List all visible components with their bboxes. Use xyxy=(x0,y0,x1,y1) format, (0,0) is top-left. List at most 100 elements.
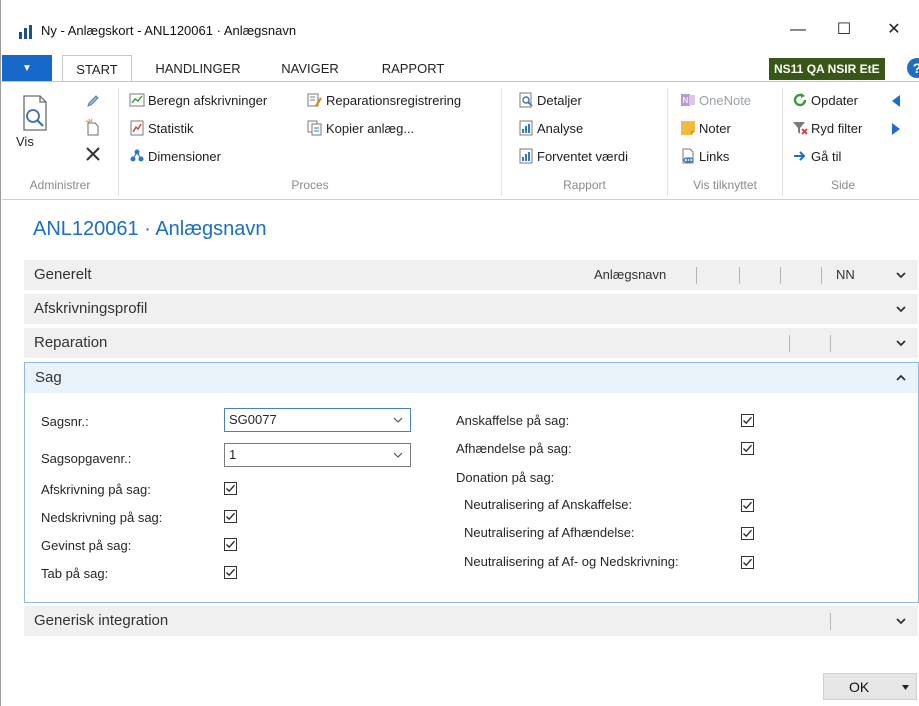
summary-separator xyxy=(789,335,790,352)
beregn-afskrivninger-button[interactable]: Beregn afskrivninger xyxy=(129,90,267,112)
delete-icon[interactable] xyxy=(85,146,101,162)
summary-separator xyxy=(830,335,831,352)
dropdown-arrow-icon[interactable] xyxy=(902,685,909,690)
analyse-label: Analyse xyxy=(537,121,584,136)
checkmark-icon xyxy=(226,512,235,521)
sagsnr-value: SG0077 xyxy=(229,412,277,427)
fasttab-generelt[interactable]: Generelt Anlægsnavn NN xyxy=(24,260,918,290)
nedskrivning-paa-sag-label: Nedskrivning på sag: xyxy=(41,510,163,525)
tab-handlinger[interactable]: HANDLINGER xyxy=(144,55,252,82)
dimensioner-button[interactable]: Dimensioner xyxy=(129,146,221,168)
noter-button[interactable]: Noter xyxy=(680,118,731,140)
checkmark-icon xyxy=(743,444,752,453)
afskrivning-paa-sag-checkbox[interactable] xyxy=(224,482,237,495)
checkmark-icon xyxy=(226,484,235,493)
links-label: Links xyxy=(699,149,730,164)
detaljer-label: Detaljer xyxy=(537,93,582,108)
company-badge[interactable]: NS11 QA NSIR EtE xyxy=(769,58,885,80)
repair-registration-icon xyxy=(307,93,322,107)
dimensioner-label: Dimensioner xyxy=(148,149,221,164)
maximize-button[interactable]: ☐ xyxy=(829,18,859,42)
fasttab-sag-label: Sag xyxy=(35,369,62,386)
onenote-button[interactable]: N OneNote xyxy=(680,90,751,112)
close-button[interactable]: ✕ xyxy=(879,18,909,42)
neutralisering-anskaffelse-checkbox[interactable] xyxy=(741,499,754,512)
window: Ny - Anlægskort - ANL120061 · Anlægsnavn… xyxy=(0,0,919,706)
notes-icon xyxy=(681,121,695,135)
gaa-til-button[interactable]: Gå til xyxy=(792,146,841,168)
checkmark-icon xyxy=(743,501,752,510)
links-button[interactable]: Links xyxy=(680,146,729,168)
afskrivning-paa-sag-label: Afskrivning på sag: xyxy=(41,482,151,497)
group-label-side: Side xyxy=(830,178,856,192)
detaljer-button[interactable]: Detaljer xyxy=(518,90,582,112)
fasttab-generisk-integration[interactable]: Generisk integration xyxy=(24,606,918,636)
gaa-til-label: Gå til xyxy=(811,149,842,164)
noter-label: Noter xyxy=(699,121,731,136)
anskaffelse-paa-sag-label: Anskaffelse på sag: xyxy=(456,413,570,428)
vis-label: Vis xyxy=(16,134,34,149)
checkmark-icon xyxy=(743,529,752,538)
onenote-icon: N xyxy=(681,94,695,106)
edit-pencil-icon[interactable] xyxy=(85,93,101,109)
chevron-down-icon xyxy=(896,340,906,347)
chevron-up-icon xyxy=(896,374,906,381)
summary-separator xyxy=(739,267,740,284)
opdater-button[interactable]: Opdater xyxy=(792,90,858,112)
previous-record-icon[interactable] xyxy=(890,94,902,108)
copy-asset-icon xyxy=(307,120,322,136)
analyse-button[interactable]: Analyse xyxy=(518,118,583,140)
opdater-label: Opdater xyxy=(811,93,858,108)
chevron-down-icon xyxy=(896,272,906,279)
onenote-label: OneNote xyxy=(699,93,752,108)
sagsopgavenr-select[interactable]: 1 xyxy=(224,443,411,467)
tab-start[interactable]: START xyxy=(62,55,132,82)
neutralisering-af-ned-label: Neutralisering af Af- og Nedskrivning: xyxy=(464,554,679,569)
tab-paa-sag-label: Tab på sag: xyxy=(41,566,109,581)
new-document-icon[interactable] xyxy=(85,118,101,136)
gevinst-paa-sag-checkbox[interactable] xyxy=(224,538,237,551)
afhaendelse-paa-sag-checkbox[interactable] xyxy=(741,442,754,455)
next-record-icon[interactable] xyxy=(890,122,902,136)
sagsnr-label: Sagsnr.: xyxy=(41,414,89,429)
ryd-filter-button[interactable]: Ryd filter xyxy=(792,118,862,140)
fasttab-sag-header[interactable]: Sag xyxy=(25,363,918,393)
afhaendelse-paa-sag-label: Afhændelse på sag: xyxy=(456,441,572,456)
page-title: ANL120061 · Anlægsnavn xyxy=(33,218,267,240)
file-menu-button[interactable]: ▼ xyxy=(2,55,52,82)
view-document-icon xyxy=(23,95,47,131)
fasttab-afskrivningsprofil[interactable]: Afskrivningsprofil xyxy=(24,294,918,324)
svg-text:N: N xyxy=(683,96,689,105)
checkmark-icon xyxy=(226,568,235,577)
neutralisering-anskaffelse-label: Neutralisering af Anskaffelse: xyxy=(464,497,633,512)
donation-paa-sag-label: Donation på sag: xyxy=(456,470,555,485)
analysis-report-icon xyxy=(519,120,533,136)
fasttab-reparation[interactable]: Reparation xyxy=(24,328,918,358)
forventet-vaerdi-button[interactable]: Forventet værdi xyxy=(518,146,628,168)
summary-separator xyxy=(696,267,697,284)
nedskrivning-paa-sag-checkbox[interactable] xyxy=(224,510,237,523)
ok-button[interactable]: OK xyxy=(823,673,917,700)
statistik-label: Statistik xyxy=(148,121,194,136)
calculate-depreciation-icon xyxy=(129,93,145,107)
anskaffelse-paa-sag-checkbox[interactable] xyxy=(741,414,754,427)
group-label-administrer: Administrer xyxy=(29,178,91,192)
minimize-button[interactable]: — xyxy=(783,18,813,42)
neutralisering-af-ned-checkbox[interactable] xyxy=(741,556,754,569)
statistik-button[interactable]: Statistik xyxy=(129,118,194,140)
sagsnr-select[interactable]: SG0077 xyxy=(224,408,411,432)
reparationsregistrering-button[interactable]: Reparationsregistrering xyxy=(307,90,461,112)
neutralisering-afhaendelse-checkbox[interactable] xyxy=(741,527,754,540)
fasttab-generelt-label: Generelt xyxy=(34,266,92,283)
kopier-anlaeg-button[interactable]: Kopier anlæg... xyxy=(307,118,414,140)
statistics-icon xyxy=(130,120,144,136)
tab-paa-sag-checkbox[interactable] xyxy=(224,566,237,579)
summary-separator xyxy=(780,267,781,284)
gevinst-paa-sag-label: Gevinst på sag: xyxy=(41,538,132,553)
sagsopgavenr-value: 1 xyxy=(229,447,237,462)
checkmark-icon xyxy=(226,540,235,549)
tab-rapport[interactable]: RAPPORT xyxy=(366,55,460,82)
beregn-afskrivninger-label: Beregn afskrivninger xyxy=(148,93,268,108)
window-title: Ny - Anlægskort - ANL120061 · Anlægsnavn xyxy=(41,23,297,38)
tab-naviger[interactable]: NAVIGER xyxy=(268,55,352,82)
